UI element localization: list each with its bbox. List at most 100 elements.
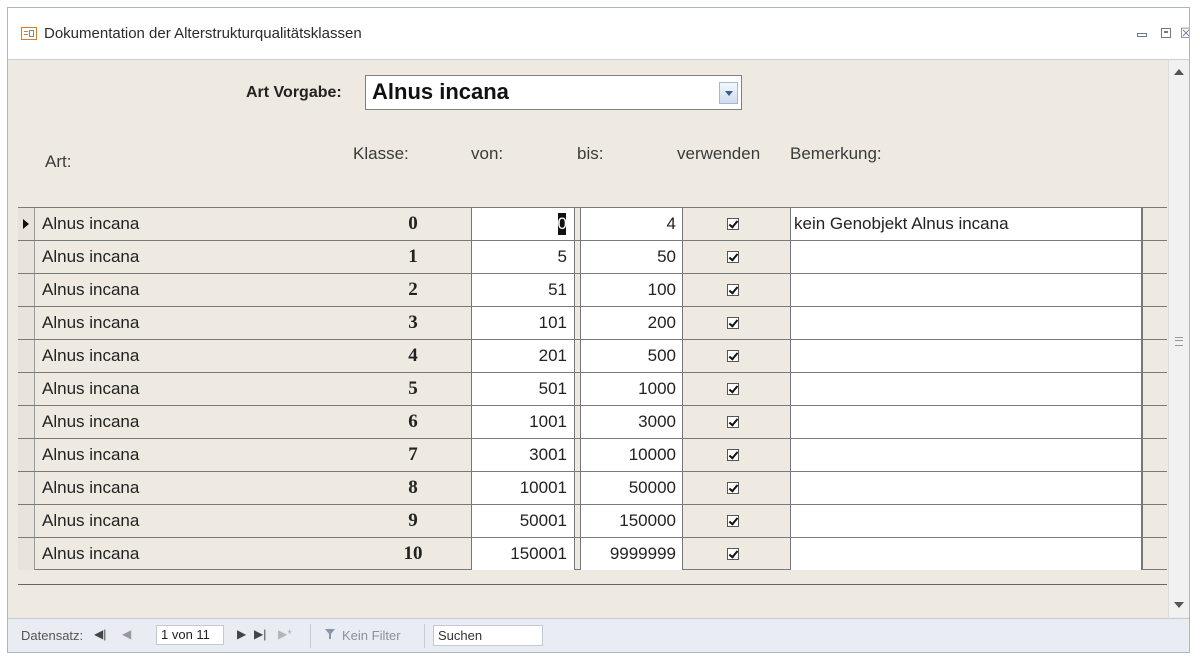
- art-cell[interactable]: Alnus incana: [42, 241, 242, 273]
- chevron-down-icon[interactable]: [719, 82, 738, 104]
- klasse-cell[interactable]: 10: [363, 538, 463, 570]
- art-cell[interactable]: Alnus incana: [42, 538, 242, 570]
- verwenden-checkbox[interactable]: [727, 317, 739, 329]
- verwenden-checkbox[interactable]: [727, 515, 739, 527]
- art-cell[interactable]: Alnus incana: [42, 340, 242, 372]
- record-selector[interactable]: [18, 307, 35, 339]
- klasse-cell[interactable]: 5: [363, 373, 463, 405]
- bemerkung-field[interactable]: [790, 472, 1142, 504]
- bemerkung-field[interactable]: kein Genobjekt Alnus incana: [790, 208, 1142, 240]
- record-position-input[interactable]: 1 von 11: [156, 625, 224, 645]
- filter-label[interactable]: Kein Filter: [342, 628, 401, 643]
- bis-field[interactable]: 500: [580, 340, 683, 372]
- record-selector[interactable]: [18, 472, 35, 504]
- von-field[interactable]: 201: [471, 340, 575, 372]
- minimize-icon[interactable]: [1133, 24, 1151, 42]
- previous-record-icon[interactable]: ◀: [122, 627, 131, 641]
- bis-field[interactable]: 50000: [580, 472, 683, 504]
- scroll-grip-icon[interactable]: [1175, 337, 1183, 346]
- record-selector[interactable]: [18, 340, 35, 372]
- art-cell[interactable]: Alnus incana: [42, 274, 242, 306]
- first-record-icon[interactable]: ◀|: [94, 627, 106, 641]
- bis-field[interactable]: 50: [580, 241, 683, 273]
- klasse-cell[interactable]: 7: [363, 439, 463, 471]
- record-selector[interactable]: [18, 439, 35, 471]
- verwenden-checkbox[interactable]: [727, 251, 739, 263]
- verwenden-checkbox[interactable]: [727, 218, 739, 230]
- table-row: Alnus incana 3 101 200: [18, 306, 1167, 339]
- bis-field[interactable]: 3000: [580, 406, 683, 438]
- klasse-cell[interactable]: 6: [363, 406, 463, 438]
- bis-field[interactable]: 4: [580, 208, 683, 240]
- record-selector[interactable]: [18, 505, 35, 537]
- bemerkung-field[interactable]: [790, 340, 1142, 372]
- bemerkung-field[interactable]: [790, 439, 1142, 471]
- bemerkung-field[interactable]: [790, 505, 1142, 537]
- vertical-scrollbar[interactable]: [1168, 60, 1189, 617]
- art-cell[interactable]: Alnus incana: [42, 472, 242, 504]
- klasse-cell[interactable]: 2: [363, 274, 463, 306]
- art-cell[interactable]: Alnus incana: [42, 406, 242, 438]
- current-record-indicator-icon[interactable]: [18, 208, 35, 240]
- verwenden-cell: [719, 472, 749, 504]
- scroll-down-icon[interactable]: [1171, 597, 1187, 613]
- klasse-cell[interactable]: 9: [363, 505, 463, 537]
- bemerkung-field[interactable]: [790, 274, 1142, 306]
- von-field[interactable]: 0: [471, 208, 575, 240]
- nav-separator: [424, 624, 425, 648]
- bemerkung-field[interactable]: [790, 373, 1142, 405]
- record-selector[interactable]: [18, 538, 35, 570]
- bis-field[interactable]: 1000: [580, 373, 683, 405]
- record-selector[interactable]: [18, 373, 35, 405]
- von-field[interactable]: 50001: [471, 505, 575, 537]
- nav-separator: [310, 624, 311, 648]
- search-input[interactable]: Suchen: [433, 625, 543, 646]
- von-field[interactable]: 3001: [471, 439, 575, 471]
- art-cell[interactable]: Alnus incana: [42, 307, 242, 339]
- von-field[interactable]: 501: [471, 373, 575, 405]
- next-record-icon[interactable]: ▶: [237, 627, 246, 641]
- art-vorgabe-combobox[interactable]: Alnus incana: [365, 75, 742, 110]
- klasse-cell[interactable]: 1: [363, 241, 463, 273]
- von-field[interactable]: 51: [471, 274, 575, 306]
- record-selector[interactable]: [18, 241, 35, 273]
- bemerkung-field[interactable]: [790, 241, 1142, 273]
- close-icon[interactable]: ☒: [1177, 24, 1189, 42]
- bemerkung-field[interactable]: [790, 307, 1142, 339]
- last-record-icon[interactable]: ▶|: [254, 627, 266, 641]
- bis-field[interactable]: 100: [580, 274, 683, 306]
- new-record-icon[interactable]: ▶*: [278, 627, 292, 641]
- klasse-cell[interactable]: 8: [363, 472, 463, 504]
- verwenden-checkbox[interactable]: [727, 482, 739, 494]
- klasse-cell[interactable]: 4: [363, 340, 463, 372]
- von-field[interactable]: 101: [471, 307, 575, 339]
- scroll-up-icon[interactable]: [1171, 64, 1187, 80]
- von-field[interactable]: 5: [471, 241, 575, 273]
- bemerkung-field[interactable]: [790, 538, 1142, 570]
- filter-icon[interactable]: [325, 628, 337, 640]
- von-field[interactable]: 150001: [471, 538, 575, 570]
- bis-field[interactable]: 150000: [580, 505, 683, 537]
- verwenden-checkbox[interactable]: [727, 350, 739, 362]
- verwenden-checkbox[interactable]: [727, 416, 739, 428]
- art-cell[interactable]: Alnus incana: [42, 505, 242, 537]
- bis-field[interactable]: 10000: [580, 439, 683, 471]
- verwenden-checkbox[interactable]: [727, 383, 739, 395]
- art-cell[interactable]: Alnus incana: [42, 208, 242, 240]
- klasse-cell[interactable]: 0: [363, 208, 463, 240]
- verwenden-checkbox[interactable]: [727, 548, 739, 560]
- verwenden-checkbox[interactable]: [727, 449, 739, 461]
- von-field[interactable]: 1001: [471, 406, 575, 438]
- bis-field[interactable]: 9999999: [580, 538, 683, 570]
- art-cell[interactable]: Alnus incana: [42, 439, 242, 471]
- klasse-cell[interactable]: 3: [363, 307, 463, 339]
- bis-field[interactable]: 200: [580, 307, 683, 339]
- verwenden-checkbox[interactable]: [727, 284, 739, 296]
- row-end-cell: [1142, 274, 1167, 306]
- restore-icon[interactable]: [1157, 24, 1175, 42]
- record-selector[interactable]: [18, 274, 35, 306]
- von-field[interactable]: 10001: [471, 472, 575, 504]
- record-selector[interactable]: [18, 406, 35, 438]
- art-cell[interactable]: Alnus incana: [42, 373, 242, 405]
- bemerkung-field[interactable]: [790, 406, 1142, 438]
